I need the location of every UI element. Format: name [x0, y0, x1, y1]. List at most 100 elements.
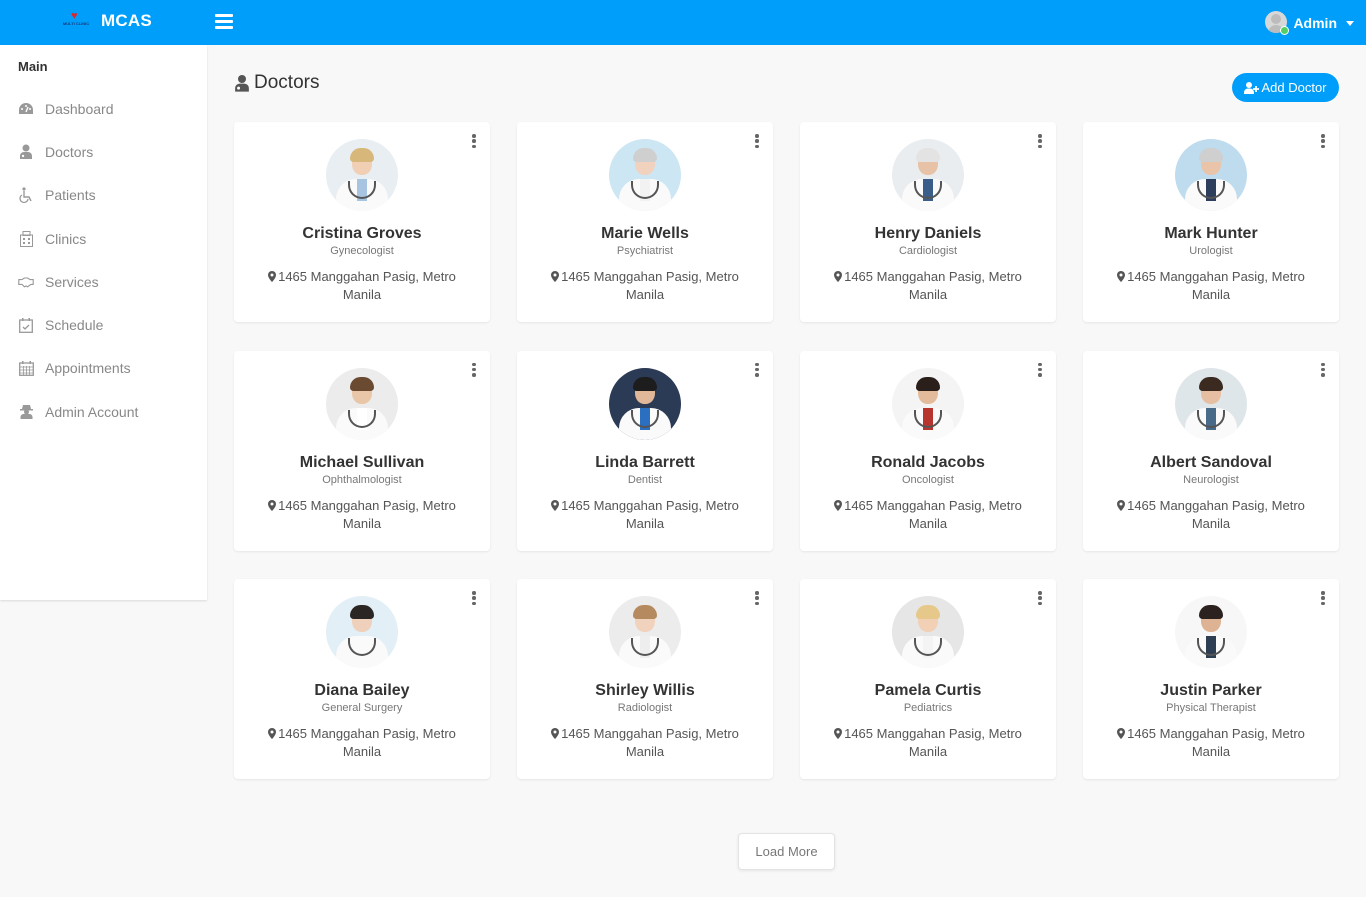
clinic-logo-icon: ♥ MULTI CLINIC [62, 10, 90, 26]
doctor-photo[interactable] [1175, 596, 1247, 668]
doctor-photo[interactable] [1175, 367, 1247, 440]
doctor-specialty: Cardiologist [898, 245, 958, 257]
doctor-card: Justin Parker Physical Therapist 1465 Ma… [1083, 579, 1339, 779]
doctor-photo[interactable] [609, 367, 681, 440]
doctor-address: 1465 Manggahan Pasig, Metro Manila [830, 497, 1026, 533]
doctor-photo[interactable] [1175, 139, 1247, 211]
brand-name: MCAS [101, 11, 152, 30]
doctor-icon [18, 144, 34, 160]
hamburger-line [215, 26, 233, 29]
doctor-name[interactable]: Justin Parker [1083, 682, 1339, 700]
map-marker-icon [551, 728, 560, 739]
address-text: 1465 Manggahan Pasig, Metro Manila [278, 497, 456, 531]
doctor-name[interactable]: Cristina Groves [234, 225, 490, 243]
sidebar-item-appointments[interactable]: Appointments [0, 347, 207, 390]
doctor-photo[interactable] [609, 596, 681, 668]
map-marker-icon [1117, 271, 1126, 282]
doctor-address: 1465 Manggahan Pasig, Metro Manila [547, 725, 743, 761]
doctor-specialty: Gynecologist [330, 245, 394, 257]
address-text: 1465 Manggahan Pasig, Metro Manila [1127, 497, 1305, 531]
more-options-icon[interactable] [753, 134, 761, 148]
address-text: 1465 Manggahan Pasig, Metro Manila [561, 497, 739, 531]
map-marker-icon [1117, 728, 1126, 739]
sidebar-item-clinics[interactable]: Clinics [0, 217, 207, 260]
doctor-photo[interactable] [326, 367, 398, 440]
page-title-text: Doctors [254, 72, 320, 93]
doctor-specialty: Psychiatrist [616, 245, 674, 257]
sidebar-item-schedule[interactable]: Schedule [0, 303, 207, 346]
add-doctor-button[interactable]: Add Doctor [1232, 73, 1339, 102]
doctor-specialty: Dentist [627, 473, 663, 486]
brand-logo[interactable]: ♥ MULTI CLINIC MCAS [60, 9, 152, 33]
map-marker-icon [551, 499, 560, 511]
doctor-card: Michael Sullivan Ophthalmologist 1465 Ma… [234, 350, 490, 551]
doctor-photo[interactable] [892, 367, 964, 440]
sidebar-item-label: Doctors [45, 143, 94, 160]
address-text: 1465 Manggahan Pasig, Metro Manila [844, 726, 1022, 759]
user-menu-dropdown[interactable]: Admin [1265, 11, 1354, 35]
doctor-specialty: Radiologist [617, 702, 673, 714]
address-text: 1465 Manggahan Pasig, Metro Manila [561, 726, 739, 759]
address-text: 1465 Manggahan Pasig, Metro Manila [278, 269, 456, 302]
doctor-photo[interactable] [609, 139, 681, 211]
sidebar-item-label: Schedule [45, 317, 104, 334]
doctor-photo[interactable] [326, 596, 398, 668]
sidebar-item-admin-account[interactable]: Admin Account [0, 390, 207, 433]
map-marker-icon [268, 499, 277, 511]
doctor-card: Albert Sandoval Neurologist 1465 Manggah… [1083, 350, 1339, 551]
sidebar-item-services[interactable]: Services [0, 260, 207, 303]
more-options-icon[interactable] [470, 591, 478, 605]
more-options-icon[interactable] [1036, 134, 1044, 148]
address-text: 1465 Manggahan Pasig, Metro Manila [844, 497, 1022, 531]
doctor-photo[interactable] [892, 596, 964, 668]
sidebar-item-label: Appointments [45, 360, 131, 377]
address-text: 1465 Manggahan Pasig, Metro Manila [561, 269, 739, 302]
more-options-icon[interactable] [1319, 134, 1327, 148]
sidebar-item-label: Clinics [45, 230, 87, 247]
doctor-address: 1465 Manggahan Pasig, Metro Manila [1113, 497, 1309, 533]
doctor-address: 1465 Manggahan Pasig, Metro Manila [547, 268, 743, 304]
menu-toggle-button[interactable] [215, 14, 233, 30]
more-options-icon[interactable] [1036, 362, 1044, 377]
doctor-specialty: Oncologist [902, 473, 954, 486]
doctor-photo[interactable] [892, 139, 964, 211]
doctor-address: 1465 Manggahan Pasig, Metro Manila [830, 725, 1026, 761]
doctor-card: Pamela Curtis Pediatrics 1465 Manggahan … [800, 579, 1056, 779]
doctor-name[interactable]: Marie Wells [517, 225, 773, 243]
doctor-name[interactable]: Albert Sandoval [1083, 454, 1339, 472]
doctor-photo[interactable] [326, 139, 398, 211]
doctor-specialty: Physical Therapist [1166, 702, 1256, 714]
address-text: 1465 Manggahan Pasig, Metro Manila [1127, 269, 1305, 302]
more-options-icon[interactable] [753, 362, 761, 377]
doctor-name[interactable]: Diana Bailey [234, 682, 490, 700]
sidebar-item-label: Services [45, 273, 99, 290]
load-more-button[interactable]: Load More [738, 833, 835, 870]
map-marker-icon [834, 499, 843, 511]
address-text: 1465 Manggahan Pasig, Metro Manila [1127, 726, 1305, 759]
handshake-icon [18, 274, 34, 290]
sidebar-section-title: Main [18, 59, 48, 74]
doctor-name[interactable]: Michael Sullivan [234, 454, 490, 472]
sidebar-item-dashboard[interactable]: Dashboard [0, 87, 207, 130]
caret-down-icon [1346, 20, 1354, 26]
page-title: Doctors [234, 72, 319, 94]
more-options-icon[interactable] [1319, 362, 1327, 377]
doctor-name[interactable]: Henry Daniels [800, 225, 1056, 243]
more-options-icon[interactable] [1319, 591, 1327, 605]
doctor-name[interactable]: Pamela Curtis [800, 682, 1056, 700]
doctor-address: 1465 Manggahan Pasig, Metro Manila [547, 497, 743, 533]
user-plus-icon [1244, 81, 1260, 94]
doctor-name[interactable]: Shirley Willis [517, 682, 773, 700]
doctor-address: 1465 Manggahan Pasig, Metro Manila [264, 268, 460, 304]
more-options-icon[interactable] [470, 134, 478, 148]
sidebar-nav: Dashboard Doctors Patients Clinics Servi… [0, 87, 207, 433]
doctor-card: Henry Daniels Cardiologist 1465 Manggaha… [800, 122, 1056, 322]
sidebar-item-doctors[interactable]: Doctors [0, 130, 207, 173]
more-options-icon[interactable] [470, 362, 478, 377]
more-options-icon[interactable] [753, 591, 761, 605]
more-options-icon[interactable] [1036, 591, 1044, 605]
doctor-name[interactable]: Ronald Jacobs [800, 454, 1056, 472]
doctor-name[interactable]: Linda Barrett [517, 454, 773, 472]
sidebar-item-patients[interactable]: Patients [0, 174, 207, 217]
doctor-name[interactable]: Mark Hunter [1083, 225, 1339, 243]
